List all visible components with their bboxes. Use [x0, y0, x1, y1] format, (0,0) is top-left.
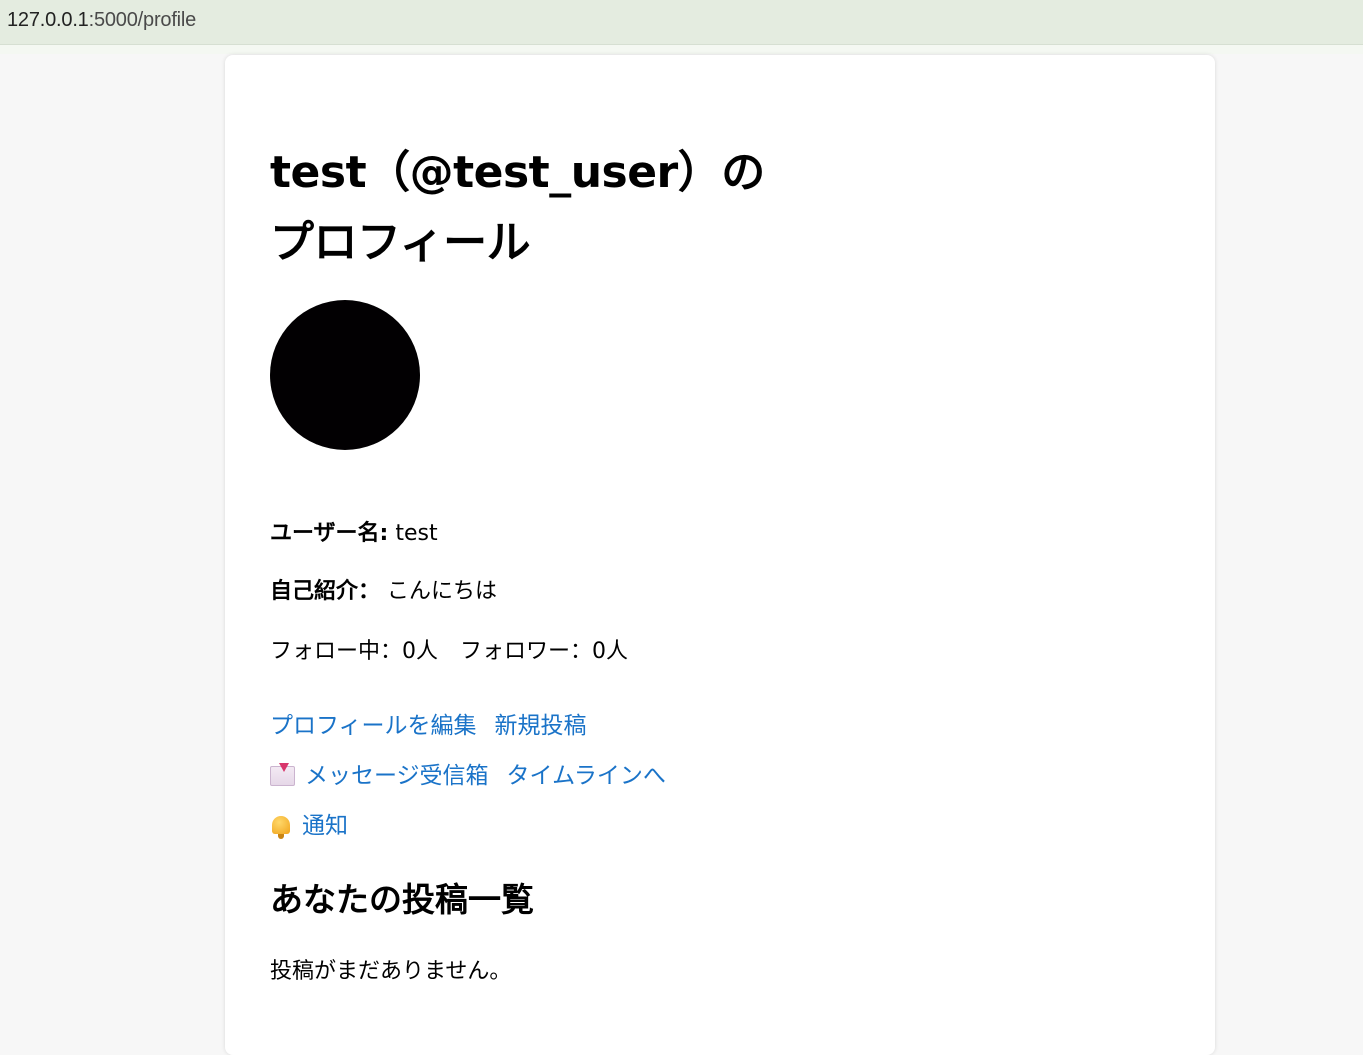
- profile-actions: プロフィールを編集 新規投稿: [270, 706, 605, 740]
- profile-card: test（@test_user）の プロフィール ユーザー名: test 自己紹…: [225, 55, 1215, 1055]
- inbox-tray-icon: [270, 763, 295, 786]
- bio-row: 自己紹介： こんにちは: [270, 573, 497, 605]
- notification-actions: 通知: [270, 806, 366, 840]
- follow-stats: フォロー中：0人 フォロワー：0人: [270, 639, 628, 664]
- posts-empty-message: 投稿がまだありません。: [270, 959, 512, 984]
- avatar: [270, 300, 420, 450]
- page-title-line2: プロフィール: [270, 217, 531, 268]
- address-bar[interactable]: 127.0.0.1:5000/profile: [0, 0, 1363, 45]
- bio-value: こんにちは: [387, 579, 498, 604]
- page-title: test（@test_user）の プロフィール: [270, 138, 790, 278]
- username-label: ユーザー名:: [270, 521, 389, 546]
- timeline-link[interactable]: タイムラインへ: [507, 763, 666, 789]
- toolbar-divider: [0, 45, 1363, 54]
- bell-icon: [270, 815, 292, 839]
- page-title-line1: test（@test_user）の: [270, 147, 765, 198]
- new-post-link[interactable]: 新規投稿: [495, 713, 587, 739]
- username-value: test: [395, 521, 438, 546]
- bio-label: 自己紹介：: [270, 579, 381, 604]
- message-actions: メッセージ受信箱 タイムラインへ: [270, 756, 684, 790]
- notifications-link[interactable]: 通知: [302, 813, 348, 839]
- posts-heading: あなたの投稿一覧: [270, 880, 534, 919]
- url-host: 127.0.0.1: [7, 9, 89, 31]
- edit-profile-link[interactable]: プロフィールを編集: [270, 713, 477, 739]
- inbox-link[interactable]: メッセージ受信箱: [305, 763, 489, 789]
- username-row: ユーザー名: test: [270, 515, 438, 547]
- url-path: :5000/profile: [88, 9, 197, 31]
